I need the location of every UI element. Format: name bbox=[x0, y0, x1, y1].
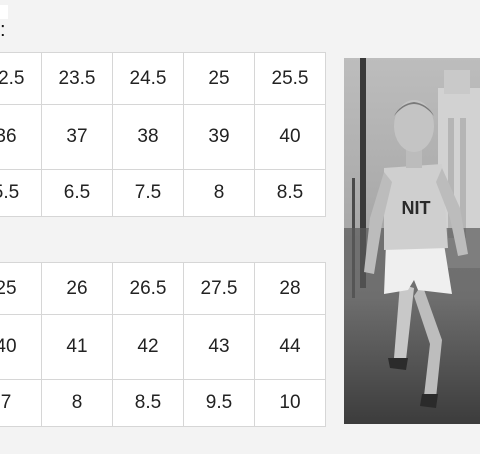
table-cell: 8 bbox=[41, 379, 113, 427]
table-cell: 10 bbox=[254, 379, 326, 427]
heading-colon: : bbox=[0, 19, 6, 41]
table-cell: 8.5 bbox=[112, 379, 184, 427]
table-cell: 40 bbox=[254, 104, 326, 170]
jersey-lettering: NIT bbox=[402, 198, 431, 218]
table-cell: 23.5 bbox=[41, 52, 113, 105]
table-cell: 24.5 bbox=[112, 52, 184, 105]
table-cell: 7.5 bbox=[112, 169, 184, 217]
runner-photo: NIT bbox=[344, 58, 480, 424]
table-cell: 5.5 bbox=[0, 169, 42, 217]
table-cell: 26 bbox=[41, 262, 113, 315]
table-cell: 6.5 bbox=[41, 169, 113, 217]
table-cell: 25 bbox=[183, 52, 255, 105]
table-row: 25 26 26.5 27.5 28 bbox=[0, 262, 326, 315]
size-chart-table-1: 22.5 23.5 24.5 25 25.5 36 37 38 39 40 5.… bbox=[0, 52, 326, 217]
table-cell: 39 bbox=[183, 104, 255, 170]
table-cell: 9.5 bbox=[183, 379, 255, 427]
table-cell: 36 bbox=[0, 104, 42, 170]
table-row: 40 41 42 43 44 bbox=[0, 314, 326, 380]
table-row: 36 37 38 39 40 bbox=[0, 104, 326, 170]
table-cell: 7 bbox=[0, 379, 42, 427]
table-cell: 8.5 bbox=[254, 169, 326, 217]
page: : 22.5 23.5 24.5 25 25.5 36 37 38 39 40 … bbox=[0, 0, 480, 454]
table-cell: 26.5 bbox=[112, 262, 184, 315]
table-cell: 28 bbox=[254, 262, 326, 315]
table-cell: 27.5 bbox=[183, 262, 255, 315]
table-cell: 43 bbox=[183, 314, 255, 380]
size-chart-table-2: 25 26 26.5 27.5 28 40 41 42 43 44 7 8 8.… bbox=[0, 262, 326, 427]
table-cell: 44 bbox=[254, 314, 326, 380]
table-cell: 25.5 bbox=[254, 52, 326, 105]
table-cell: 38 bbox=[112, 104, 184, 170]
table-cell: 25 bbox=[0, 262, 42, 315]
table-cell: 37 bbox=[41, 104, 113, 170]
table-cell: 8 bbox=[183, 169, 255, 217]
table-cell: 22.5 bbox=[0, 52, 42, 105]
table-row: 7 8 8.5 9.5 10 bbox=[0, 379, 326, 427]
table-row: 22.5 23.5 24.5 25 25.5 bbox=[0, 52, 326, 105]
table-cell: 41 bbox=[41, 314, 113, 380]
table-row: 5.5 6.5 7.5 8 8.5 bbox=[0, 169, 326, 217]
table-cell: 42 bbox=[112, 314, 184, 380]
heading-fragment bbox=[0, 5, 8, 19]
runner-photo-illustration: NIT bbox=[344, 58, 480, 424]
table-cell: 40 bbox=[0, 314, 42, 380]
